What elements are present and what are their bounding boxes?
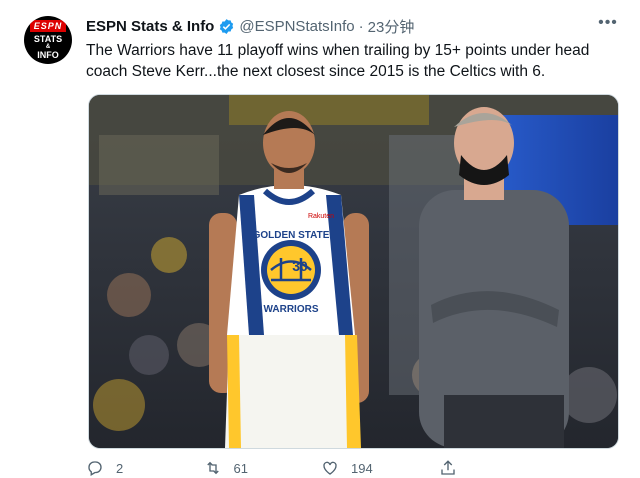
tweet-photo[interactable]: GOLDEN STATE WARRIORS 30 Rakuten [88, 94, 619, 449]
tweet-card: ESPN STATS & INFO ESPN Stats & Info @ESP… [0, 0, 640, 476]
photo-illustration: GOLDEN STATE WARRIORS 30 Rakuten [89, 95, 618, 448]
avatar-line-info: INFO [37, 50, 59, 60]
timestamp[interactable]: 23分钟 [368, 16, 415, 37]
share-icon [440, 460, 455, 475]
display-name[interactable]: ESPN Stats & Info [86, 18, 214, 35]
jersey-top-text: GOLDEN STATE [253, 230, 330, 241]
reply-icon [88, 461, 102, 476]
tweet-actions: 2 61 194 [86, 458, 556, 478]
retweet-button[interactable]: 61 [204, 458, 322, 478]
avatar-line-stats: STATS [33, 34, 63, 44]
user-handle[interactable]: @ESPNStatsInfo [239, 18, 354, 35]
jersey-number: 30 [292, 258, 308, 274]
heart-icon [323, 461, 337, 475]
avatar[interactable]: ESPN STATS & INFO [24, 16, 72, 64]
jersey-sponsor: Rakuten [308, 213, 334, 220]
separator-dot: · [358, 17, 364, 35]
share-button[interactable] [439, 458, 557, 478]
tweet-text: The Warriors have 11 playoff wins when t… [86, 42, 590, 80]
tweet-header: ESPN Stats & Info @ESPNStatsInfo · 23分钟 [86, 16, 414, 36]
reply-button[interactable]: 2 [86, 458, 204, 478]
reply-count: 2 [116, 460, 124, 476]
verified-badge-icon [220, 18, 234, 34]
espn-logo-text: ESPN [30, 20, 66, 32]
like-button[interactable]: 194 [321, 458, 439, 478]
jersey-bottom-text: WARRIORS [264, 304, 319, 315]
retweet-icon [206, 461, 219, 475]
retweet-count: 61 [233, 460, 248, 476]
more-options-icon[interactable]: ••• [598, 15, 618, 36]
like-count: 194 [351, 460, 373, 476]
